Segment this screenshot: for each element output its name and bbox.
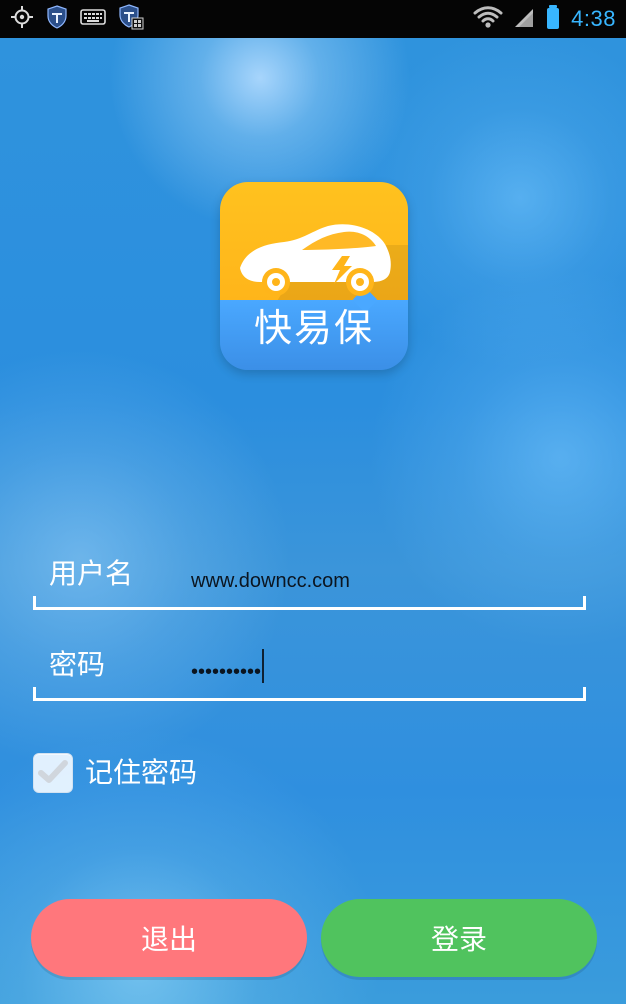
username-field[interactable]: 用户名 [33,540,586,610]
remember-checkbox[interactable] [33,753,73,793]
remember-password[interactable]: 记住密码 [33,751,197,795]
status-time: 4:38 [571,6,616,31]
login-button[interactable]: 登录 [321,899,597,977]
exit-button-label: 退出 [140,923,197,956]
username-input[interactable] [191,564,571,598]
password-label: 密码 [49,648,106,681]
shield-icon [46,5,68,33]
keyboard-icon [80,8,106,30]
app-logo: 快易保 [220,182,408,370]
shield-grid-icon [118,4,144,34]
check-icon [38,760,68,783]
logo-text: 快易保 [253,306,374,350]
gps-icon [10,5,34,33]
signal-icon [513,5,535,33]
status-icons-right: 4:38 [473,4,616,34]
login-button-label: 登录 [430,923,487,956]
text-caret [262,649,264,683]
status-icons-left [10,4,144,34]
car-icon [230,210,400,310]
battery-icon [545,4,561,34]
wifi-icon [473,5,503,33]
status-bar: 4:38 [0,0,626,38]
password-field[interactable]: 密码 [33,631,586,701]
field-underline [33,607,586,610]
username-label: 用户名 [49,557,134,590]
remember-label: 记住密码 [85,756,198,789]
app-screen: 4:38 快易保 用户名 www.downcc.com 密码 •••••••••… [0,0,626,1004]
field-underline [33,698,586,701]
exit-button[interactable]: 退出 [31,899,307,977]
password-input[interactable] [191,655,571,689]
